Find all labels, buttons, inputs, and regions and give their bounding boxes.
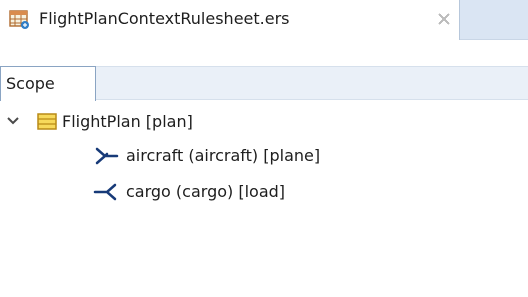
scope-tree: FlightPlan [plan] aircraft (aircraft) [p… — [0, 100, 528, 297]
close-icon[interactable] — [435, 10, 453, 28]
scope-tab-label: Scope — [6, 74, 55, 93]
tree-item-label: FlightPlan [plan] — [62, 112, 193, 131]
rulesheet-editor-window: FlightPlanContextRulesheet.ers Scope Fli… — [0, 0, 528, 297]
incoming-association-icon — [93, 183, 117, 201]
tree-item-label: aircraft (aircraft) [plane] — [126, 146, 321, 165]
tree-item-label: cargo (cargo) [load] — [126, 182, 286, 201]
scope-panel-header: Scope — [0, 66, 528, 101]
editor-tab-title: FlightPlanContextRulesheet.ers — [39, 9, 290, 28]
chevron-down-icon[interactable] — [6, 114, 20, 128]
rulesheet-icon — [9, 10, 29, 29]
rulesheet-editor-tab[interactable]: FlightPlanContextRulesheet.ers — [0, 0, 460, 40]
editor-tab-strip: FlightPlanContextRulesheet.ers — [0, 0, 528, 40]
entity-icon — [37, 113, 57, 130]
tree-item-cargo[interactable]: cargo (cargo) [load] — [0, 176, 528, 208]
tab-scope[interactable]: Scope — [0, 66, 96, 101]
tree-item-flightplan[interactable]: FlightPlan [plan] — [0, 106, 528, 138]
outgoing-association-icon — [95, 147, 119, 165]
tree-item-aircraft[interactable]: aircraft (aircraft) [plane] — [0, 140, 528, 172]
